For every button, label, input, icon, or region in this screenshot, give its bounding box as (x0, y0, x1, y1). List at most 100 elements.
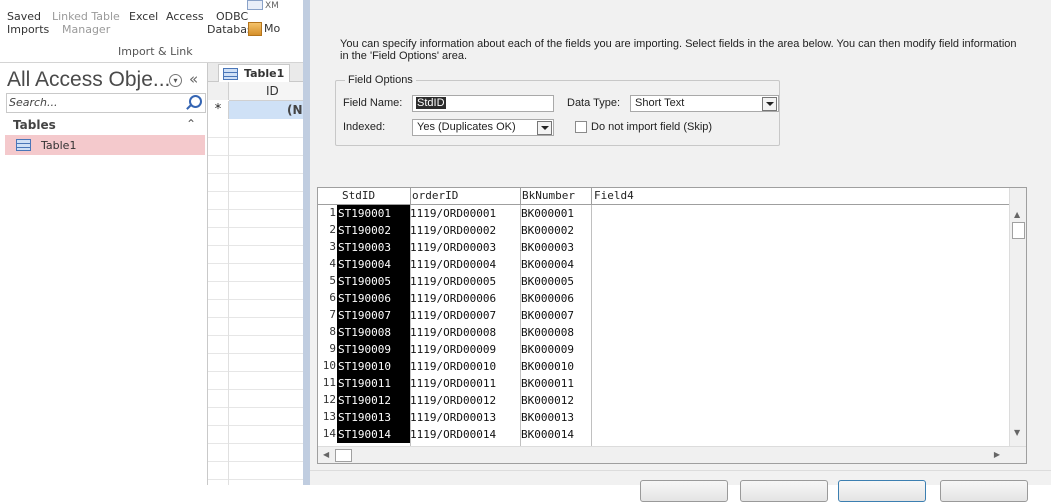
nav-search-input[interactable]: Search... (6, 93, 206, 113)
bknumber-cell[interactable]: BK000002 (521, 222, 574, 239)
horizontal-scrollbar[interactable]: ◀ ▶ (318, 446, 1026, 463)
stdid-cell[interactable]: ST190010 (337, 358, 410, 375)
preview-row[interactable]: 12 ST190012 1119/ORD00012 BK000012 (318, 392, 1009, 409)
orderid-cell[interactable]: 1119/ORD00009 (410, 341, 496, 358)
preview-row[interactable]: 3 ST190003 1119/ORD00003 BK000003 (318, 239, 1009, 256)
stdid-cell[interactable]: ST190002 (337, 222, 410, 239)
preview-column-header[interactable]: StdID (342, 189, 375, 202)
orderid-cell[interactable]: 1119/ORD00011 (410, 375, 496, 392)
orderid-cell[interactable]: 1119/ORD00014 (410, 426, 496, 443)
preview-column-header[interactable]: BkNumber (522, 189, 575, 202)
new-record-selector[interactable]: * (208, 101, 229, 119)
preview-row[interactable]: 8 ST190008 1119/ORD00008 BK000008 (318, 324, 1009, 341)
field-name-input[interactable]: StdID (412, 95, 554, 112)
stdid-cell[interactable]: ST190012 (337, 392, 410, 409)
preview-row[interactable]: 13 ST190013 1119/ORD00013 BK000013 (318, 409, 1009, 426)
nav-menu-dropdown-icon[interactable]: ▾ (169, 74, 182, 87)
orderid-cell[interactable]: 1119/ORD00002 (410, 222, 496, 239)
bknumber-cell[interactable]: BK000006 (521, 290, 574, 307)
scroll-thumb[interactable] (335, 449, 352, 462)
chevron-down-icon[interactable] (762, 97, 777, 111)
preview-row[interactable]: 5 ST190005 1119/ORD00005 BK000005 (318, 273, 1009, 290)
orderid-cell[interactable]: 1119/ORD00012 (410, 392, 496, 409)
more-import-button[interactable]: Mo (264, 22, 280, 35)
chevron-down-icon[interactable] (537, 121, 552, 135)
preview-row[interactable]: 11 ST190011 1119/ORD00011 BK000011 (318, 375, 1009, 392)
scroll-down-icon[interactable]: ▼ (1014, 428, 1020, 437)
stdid-cell[interactable]: ST190004 (337, 256, 410, 273)
column-header-id[interactable]: ID (229, 82, 303, 101)
stdid-cell[interactable]: ST190014 (337, 426, 410, 443)
orderid-cell[interactable]: 1119/ORD00010 (410, 358, 496, 375)
scroll-right-icon[interactable]: ▶ (994, 450, 1000, 459)
field-preview-grid[interactable]: StdID orderID BkNumber Field4 1 ST190001 1… (317, 187, 1027, 464)
finish-button[interactable] (940, 480, 1028, 502)
orderid-cell[interactable]: 1119/ORD00005 (410, 273, 496, 290)
bknumber-cell[interactable]: BK000007 (521, 307, 574, 324)
select-all-cell[interactable] (208, 82, 229, 100)
stdid-cell[interactable]: ST190013 (337, 409, 410, 426)
bknumber-cell[interactable]: BK000012 (521, 392, 574, 409)
indexed-select[interactable]: Yes (Duplicates OK) (412, 119, 554, 136)
scroll-left-icon[interactable]: ◀ (323, 450, 329, 459)
preview-row[interactable]: 9 ST190009 1119/ORD00009 BK000009 (318, 341, 1009, 358)
preview-column-header[interactable]: Field4 (594, 189, 634, 202)
search-icon[interactable] (189, 95, 202, 108)
stdid-cell[interactable]: ST190003 (337, 239, 410, 256)
nav-item-table1[interactable]: Table1 (5, 135, 205, 155)
skip-field-label[interactable]: Do not import field (Skip) (591, 121, 712, 133)
stdid-cell[interactable]: ST190001 (337, 205, 410, 222)
nav-group-tables[interactable]: Tables (13, 118, 56, 132)
access-import-button[interactable]: Access (166, 10, 204, 23)
stdid-cell[interactable]: ST190008 (337, 324, 410, 341)
bknumber-cell[interactable]: BK000010 (521, 358, 574, 375)
skip-field-checkbox[interactable] (575, 121, 587, 133)
orderid-cell[interactable]: 1119/ORD00013 (410, 409, 496, 426)
preview-row[interactable]: 14 ST190014 1119/ORD00014 BK000014 (318, 426, 1009, 443)
excel-import-button[interactable]: Excel (129, 10, 158, 23)
scroll-up-icon[interactable]: ▲ (1014, 210, 1020, 219)
saved-imports-button[interactable]: Saved Imports (7, 10, 49, 36)
stdid-cell[interactable]: ST190009 (337, 341, 410, 358)
new-record-cell[interactable]: (N (229, 101, 303, 119)
bknumber-cell[interactable]: BK000001 (521, 205, 574, 222)
stdid-cell[interactable]: ST190005 (337, 273, 410, 290)
tab-table1[interactable]: Table1 (218, 64, 290, 82)
nav-pane-title[interactable]: All Access Obje... (7, 68, 170, 92)
bknumber-cell[interactable]: BK000003 (521, 239, 574, 256)
orderid-cell[interactable]: 1119/ORD00004 (410, 256, 496, 273)
bknumber-cell[interactable]: BK000014 (521, 426, 574, 443)
orderid-cell[interactable]: 1119/ORD00007 (410, 307, 496, 324)
preview-column-header[interactable]: orderID (412, 189, 458, 202)
scroll-thumb[interactable] (1012, 222, 1025, 239)
orderid-cell[interactable]: 1119/ORD00008 (410, 324, 496, 341)
preview-row[interactable]: 1 ST190001 1119/ORD00001 BK000001 (318, 205, 1009, 222)
preview-row[interactable]: 10 ST190010 1119/ORD00010 BK000010 (318, 358, 1009, 375)
bknumber-cell[interactable]: BK000005 (521, 273, 574, 290)
stdid-cell[interactable]: ST190011 (337, 375, 410, 392)
cancel-button[interactable] (640, 480, 728, 502)
preview-row[interactable]: 6 ST190006 1119/ORD00006 BK000006 (318, 290, 1009, 307)
column-divider (520, 188, 521, 204)
preview-row[interactable]: 2 ST190002 1119/ORD00002 BK000002 (318, 222, 1009, 239)
vertical-scrollbar[interactable]: ▲ ▼ (1009, 188, 1026, 446)
bknumber-cell[interactable]: BK000011 (521, 375, 574, 392)
bknumber-cell[interactable]: BK000013 (521, 409, 574, 426)
bknumber-cell[interactable]: BK000009 (521, 341, 574, 358)
xml-file-button[interactable]: XM (265, 0, 279, 13)
next-button[interactable] (838, 480, 926, 502)
stdid-cell[interactable]: ST190006 (337, 290, 410, 307)
nav-collapse-icon[interactable]: « (189, 70, 198, 88)
orderid-cell[interactable]: 1119/ORD00006 (410, 290, 496, 307)
data-type-select[interactable]: Short Text (630, 95, 779, 112)
stdid-cell[interactable]: ST190007 (337, 307, 410, 324)
orderid-cell[interactable]: 1119/ORD00001 (410, 205, 496, 222)
collapse-group-icon[interactable]: ⌃ (186, 117, 196, 131)
bknumber-cell[interactable]: BK000008 (521, 324, 574, 341)
preview-row[interactable]: 7 ST190007 1119/ORD00007 BK000007 (318, 307, 1009, 324)
back-button[interactable] (740, 480, 828, 502)
bknumber-cell[interactable]: BK000004 (521, 256, 574, 273)
linked-table-manager-button[interactable]: Linked Table Manager (52, 10, 120, 36)
orderid-cell[interactable]: 1119/ORD00003 (410, 239, 496, 256)
preview-row[interactable]: 4 ST190004 1119/ORD00004 BK000004 (318, 256, 1009, 273)
